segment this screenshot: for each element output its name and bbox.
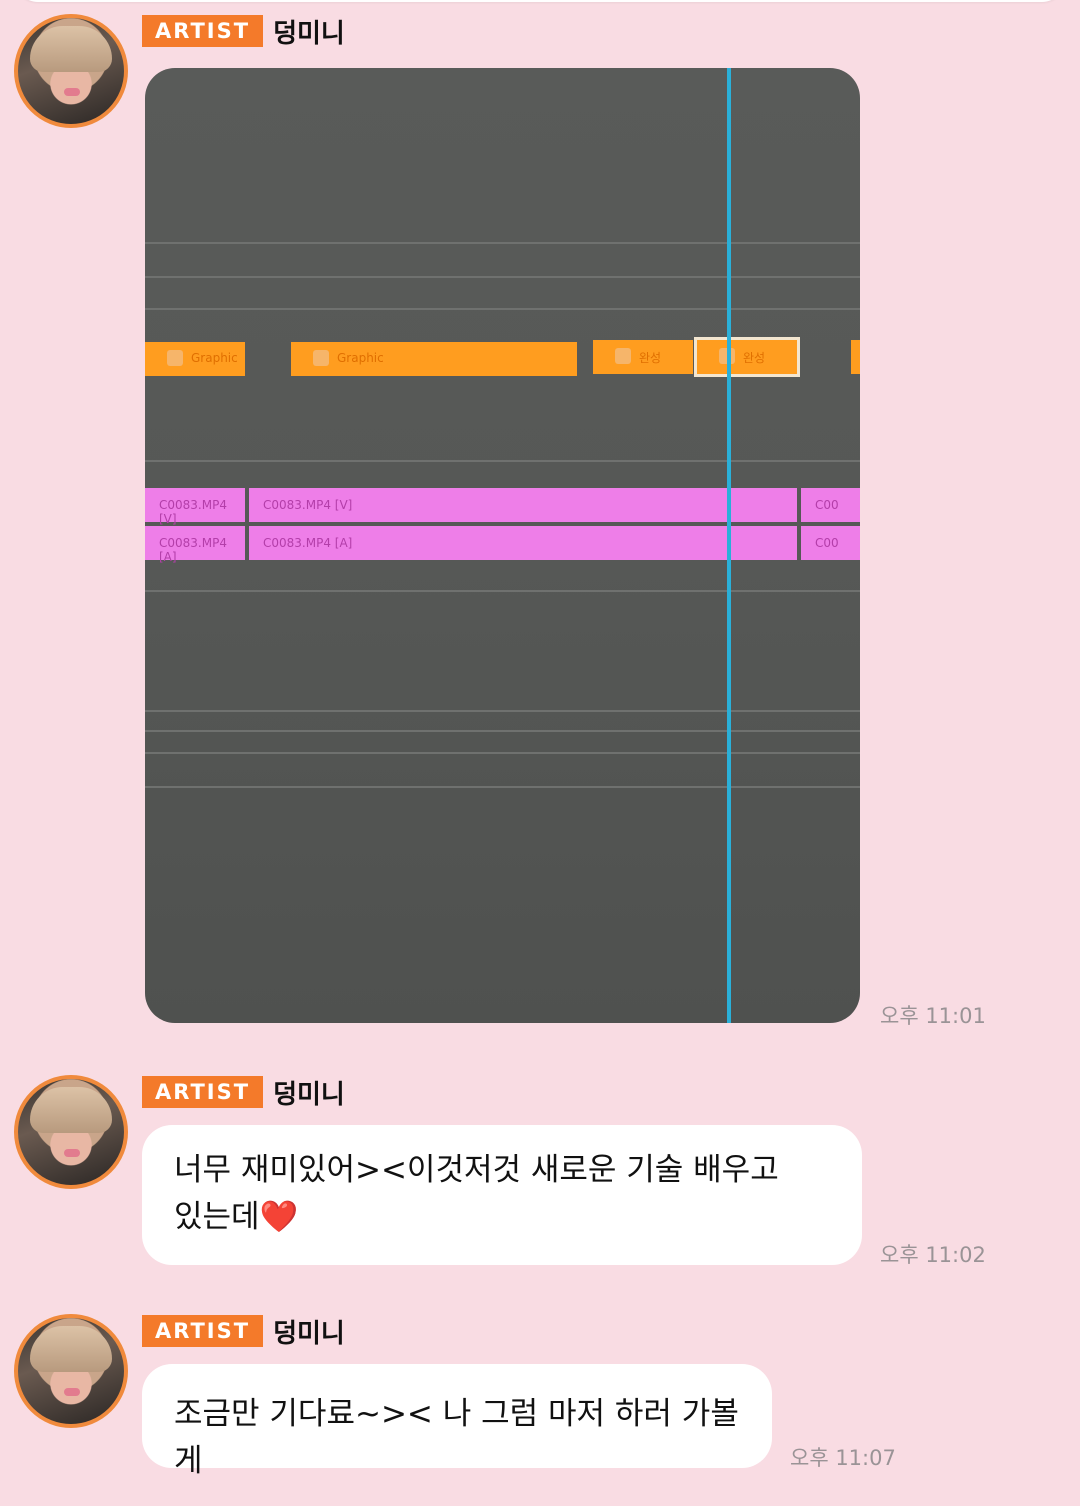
- message-text-line: 너무 재미있어><이것저것 새로운 기술 배우고: [174, 1152, 779, 1188]
- timeline-clip: C0083.MP4 [A]: [145, 526, 245, 564]
- message-bubble[interactable]: 조금만 기다료~>< 나 그럼 마저 하러 가볼게: [142, 1364, 772, 1479]
- sender-name: 덩미니: [273, 1318, 345, 1349]
- timeline-clip: C00: [801, 488, 860, 522]
- message-bubble[interactable]: 너무 재미있어><이것저것 새로운 기술 배우고 있는데❤️: [142, 1125, 862, 1265]
- avatar[interactable]: [14, 1314, 128, 1428]
- timeline-playhead: [727, 68, 731, 1023]
- timeline-clip: 완성: [697, 340, 797, 374]
- timeline-clip: C00: [801, 526, 860, 560]
- avatar[interactable]: [14, 1075, 128, 1189]
- timeline-clip: [851, 340, 860, 374]
- message-text-line: 조금만 기다료~>< 나 그럼 마저 하러 가볼게: [174, 1396, 739, 1479]
- timeline-clip: Graphic: [291, 342, 577, 376]
- sender-name: 덩미니: [273, 1079, 345, 1110]
- timeline-clip: C0083.MP4 [V]: [249, 488, 797, 522]
- timestamp: 오후 11:02: [880, 1243, 986, 1267]
- timestamp: 오후 11:07: [790, 1446, 896, 1470]
- message-text-line: 있는데❤️: [174, 1199, 299, 1235]
- previous-bubble-edge: [14, 0, 1066, 2]
- artist-badge: ARTIST: [142, 15, 264, 47]
- timeline-clip: C0083.MP4 [A]: [249, 526, 797, 560]
- heart-emoji-icon: ❤️: [259, 1199, 299, 1235]
- message-header: ARTIST 덩미니: [142, 14, 345, 49]
- timestamp: 오후 11:01: [880, 1004, 986, 1028]
- artist-badge: ARTIST: [142, 1315, 264, 1347]
- sender-name: 덩미니: [273, 18, 345, 49]
- photo-attachment[interactable]: Graphic Graphic 완성 완성 C0083.MP4 [V] C008…: [145, 68, 860, 1023]
- artist-badge: ARTIST: [142, 1076, 264, 1108]
- timeline-clip: C0083.MP4 [V]: [145, 488, 245, 526]
- message-header: ARTIST 덩미니: [142, 1314, 345, 1349]
- avatar[interactable]: [14, 14, 128, 128]
- timeline-clip: Graphic: [145, 342, 245, 376]
- message-header: ARTIST 덩미니: [142, 1075, 345, 1110]
- timeline-clip: 완성: [593, 340, 693, 374]
